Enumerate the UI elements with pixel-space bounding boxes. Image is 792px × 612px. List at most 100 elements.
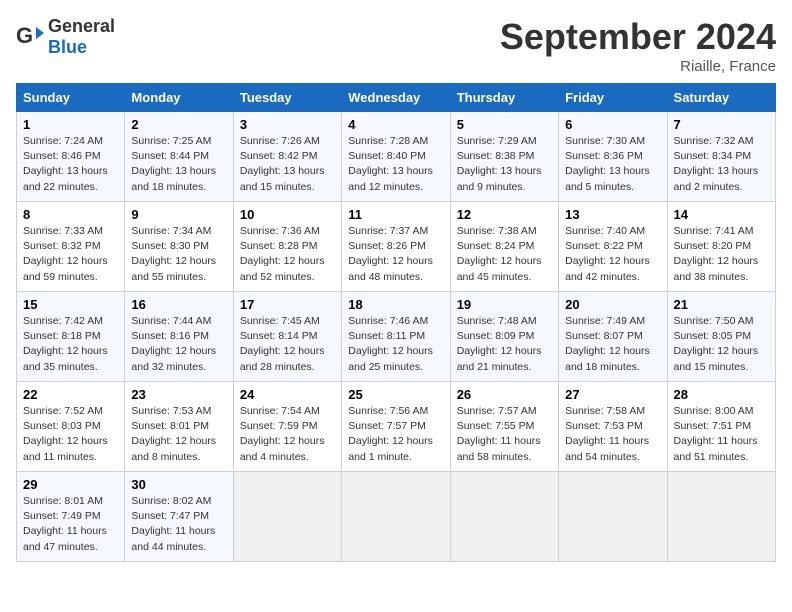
day-detail: Sunrise: 7:42 AMSunset: 8:18 PMDaylight:… bbox=[23, 315, 108, 373]
calendar-cell: 6 Sunrise: 7:30 AMSunset: 8:36 PMDayligh… bbox=[559, 112, 667, 202]
calendar-cell: 2 Sunrise: 7:25 AMSunset: 8:44 PMDayligh… bbox=[125, 112, 233, 202]
day-number: 25 bbox=[348, 387, 443, 402]
day-detail: Sunrise: 7:26 AMSunset: 8:42 PMDaylight:… bbox=[240, 135, 325, 193]
calendar-cell: 23 Sunrise: 7:53 AMSunset: 8:01 PMDaylig… bbox=[125, 382, 233, 472]
day-detail: Sunrise: 7:56 AMSunset: 7:57 PMDaylight:… bbox=[348, 405, 433, 463]
calendar-cell: 17 Sunrise: 7:45 AMSunset: 8:14 PMDaylig… bbox=[233, 292, 341, 382]
day-number: 4 bbox=[348, 117, 443, 132]
day-detail: Sunrise: 7:24 AMSunset: 8:46 PMDaylight:… bbox=[23, 135, 108, 193]
day-number: 7 bbox=[674, 117, 769, 132]
day-number: 1 bbox=[23, 117, 118, 132]
header-day-saturday: Saturday bbox=[667, 84, 775, 112]
day-detail: Sunrise: 7:49 AMSunset: 8:07 PMDaylight:… bbox=[565, 315, 650, 373]
calendar-cell: 30 Sunrise: 8:02 AMSunset: 7:47 PMDaylig… bbox=[125, 472, 233, 562]
header-day-tuesday: Tuesday bbox=[233, 84, 341, 112]
calendar-week-4: 22 Sunrise: 7:52 AMSunset: 8:03 PMDaylig… bbox=[17, 382, 776, 472]
day-number: 18 bbox=[348, 297, 443, 312]
calendar-cell: 8 Sunrise: 7:33 AMSunset: 8:32 PMDayligh… bbox=[17, 202, 125, 292]
day-number: 19 bbox=[457, 297, 552, 312]
header-day-wednesday: Wednesday bbox=[342, 84, 450, 112]
page-header: G General Blue September 2024 Riaille, F… bbox=[16, 16, 776, 75]
day-number: 8 bbox=[23, 207, 118, 222]
calendar-cell: 25 Sunrise: 7:56 AMSunset: 7:57 PMDaylig… bbox=[342, 382, 450, 472]
calendar-cell: 3 Sunrise: 7:26 AMSunset: 8:42 PMDayligh… bbox=[233, 112, 341, 202]
day-number: 6 bbox=[565, 117, 660, 132]
day-number: 16 bbox=[131, 297, 226, 312]
day-detail: Sunrise: 7:34 AMSunset: 8:30 PMDaylight:… bbox=[131, 225, 216, 283]
day-detail: Sunrise: 7:57 AMSunset: 7:55 PMDaylight:… bbox=[457, 405, 541, 463]
calendar-cell bbox=[233, 472, 341, 562]
day-detail: Sunrise: 8:02 AMSunset: 7:47 PMDaylight:… bbox=[131, 495, 215, 553]
header-row: SundayMondayTuesdayWednesdayThursdayFrid… bbox=[17, 84, 776, 112]
day-number: 29 bbox=[23, 477, 118, 492]
calendar-cell: 13 Sunrise: 7:40 AMSunset: 8:22 PMDaylig… bbox=[559, 202, 667, 292]
calendar-cell bbox=[667, 472, 775, 562]
day-number: 5 bbox=[457, 117, 552, 132]
day-number: 17 bbox=[240, 297, 335, 312]
calendar-cell: 11 Sunrise: 7:37 AMSunset: 8:26 PMDaylig… bbox=[342, 202, 450, 292]
day-detail: Sunrise: 7:32 AMSunset: 8:34 PMDaylight:… bbox=[674, 135, 759, 193]
calendar-cell: 18 Sunrise: 7:46 AMSunset: 8:11 PMDaylig… bbox=[342, 292, 450, 382]
day-detail: Sunrise: 7:50 AMSunset: 8:05 PMDaylight:… bbox=[674, 315, 759, 373]
header-day-friday: Friday bbox=[559, 84, 667, 112]
day-number: 11 bbox=[348, 207, 443, 222]
day-detail: Sunrise: 7:33 AMSunset: 8:32 PMDaylight:… bbox=[23, 225, 108, 283]
calendar-cell: 28 Sunrise: 8:00 AMSunset: 7:51 PMDaylig… bbox=[667, 382, 775, 472]
day-number: 14 bbox=[674, 207, 769, 222]
logo-blue: Blue bbox=[48, 37, 87, 57]
header-day-sunday: Sunday bbox=[17, 84, 125, 112]
calendar-week-5: 29 Sunrise: 8:01 AMSunset: 7:49 PMDaylig… bbox=[17, 472, 776, 562]
calendar-cell: 27 Sunrise: 7:58 AMSunset: 7:53 PMDaylig… bbox=[559, 382, 667, 472]
day-number: 2 bbox=[131, 117, 226, 132]
day-number: 27 bbox=[565, 387, 660, 402]
day-detail: Sunrise: 8:00 AMSunset: 7:51 PMDaylight:… bbox=[674, 405, 758, 463]
logo: G General Blue bbox=[16, 16, 115, 58]
calendar-cell: 1 Sunrise: 7:24 AMSunset: 8:46 PMDayligh… bbox=[17, 112, 125, 202]
day-detail: Sunrise: 7:40 AMSunset: 8:22 PMDaylight:… bbox=[565, 225, 650, 283]
day-detail: Sunrise: 7:54 AMSunset: 7:59 PMDaylight:… bbox=[240, 405, 325, 463]
calendar-cell: 7 Sunrise: 7:32 AMSunset: 8:34 PMDayligh… bbox=[667, 112, 775, 202]
day-detail: Sunrise: 7:41 AMSunset: 8:20 PMDaylight:… bbox=[674, 225, 759, 283]
day-detail: Sunrise: 7:37 AMSunset: 8:26 PMDaylight:… bbox=[348, 225, 433, 283]
calendar-week-3: 15 Sunrise: 7:42 AMSunset: 8:18 PMDaylig… bbox=[17, 292, 776, 382]
logo-wordmark: General Blue bbox=[48, 16, 115, 58]
calendar-cell: 16 Sunrise: 7:44 AMSunset: 8:16 PMDaylig… bbox=[125, 292, 233, 382]
day-detail: Sunrise: 7:28 AMSunset: 8:40 PMDaylight:… bbox=[348, 135, 433, 193]
day-number: 15 bbox=[23, 297, 118, 312]
day-detail: Sunrise: 7:36 AMSunset: 8:28 PMDaylight:… bbox=[240, 225, 325, 283]
day-number: 28 bbox=[674, 387, 769, 402]
calendar-cell: 10 Sunrise: 7:36 AMSunset: 8:28 PMDaylig… bbox=[233, 202, 341, 292]
day-detail: Sunrise: 7:46 AMSunset: 8:11 PMDaylight:… bbox=[348, 315, 433, 373]
calendar-cell: 4 Sunrise: 7:28 AMSunset: 8:40 PMDayligh… bbox=[342, 112, 450, 202]
day-number: 20 bbox=[565, 297, 660, 312]
day-detail: Sunrise: 7:45 AMSunset: 8:14 PMDaylight:… bbox=[240, 315, 325, 373]
location: Riaille, France bbox=[500, 58, 776, 75]
calendar-header: SundayMondayTuesdayWednesdayThursdayFrid… bbox=[17, 84, 776, 112]
day-number: 23 bbox=[131, 387, 226, 402]
calendar-cell: 26 Sunrise: 7:57 AMSunset: 7:55 PMDaylig… bbox=[450, 382, 558, 472]
calendar-cell: 15 Sunrise: 7:42 AMSunset: 8:18 PMDaylig… bbox=[17, 292, 125, 382]
calendar-cell bbox=[450, 472, 558, 562]
day-detail: Sunrise: 7:30 AMSunset: 8:36 PMDaylight:… bbox=[565, 135, 650, 193]
calendar-cell: 5 Sunrise: 7:29 AMSunset: 8:38 PMDayligh… bbox=[450, 112, 558, 202]
calendar-cell: 20 Sunrise: 7:49 AMSunset: 8:07 PMDaylig… bbox=[559, 292, 667, 382]
calendar-cell bbox=[342, 472, 450, 562]
day-detail: Sunrise: 7:44 AMSunset: 8:16 PMDaylight:… bbox=[131, 315, 216, 373]
calendar-cell: 24 Sunrise: 7:54 AMSunset: 7:59 PMDaylig… bbox=[233, 382, 341, 472]
day-detail: Sunrise: 7:29 AMSunset: 8:38 PMDaylight:… bbox=[457, 135, 542, 193]
calendar-table: SundayMondayTuesdayWednesdayThursdayFrid… bbox=[16, 83, 776, 562]
day-detail: Sunrise: 7:53 AMSunset: 8:01 PMDaylight:… bbox=[131, 405, 216, 463]
day-number: 30 bbox=[131, 477, 226, 492]
title-block: September 2024 Riaille, France bbox=[500, 16, 776, 75]
header-day-monday: Monday bbox=[125, 84, 233, 112]
calendar-cell: 19 Sunrise: 7:48 AMSunset: 8:09 PMDaylig… bbox=[450, 292, 558, 382]
day-number: 26 bbox=[457, 387, 552, 402]
calendar-week-2: 8 Sunrise: 7:33 AMSunset: 8:32 PMDayligh… bbox=[17, 202, 776, 292]
calendar-cell: 12 Sunrise: 7:38 AMSunset: 8:24 PMDaylig… bbox=[450, 202, 558, 292]
day-number: 21 bbox=[674, 297, 769, 312]
calendar-week-1: 1 Sunrise: 7:24 AMSunset: 8:46 PMDayligh… bbox=[17, 112, 776, 202]
calendar-body: 1 Sunrise: 7:24 AMSunset: 8:46 PMDayligh… bbox=[17, 112, 776, 562]
day-number: 22 bbox=[23, 387, 118, 402]
day-number: 24 bbox=[240, 387, 335, 402]
day-detail: Sunrise: 7:48 AMSunset: 8:09 PMDaylight:… bbox=[457, 315, 542, 373]
